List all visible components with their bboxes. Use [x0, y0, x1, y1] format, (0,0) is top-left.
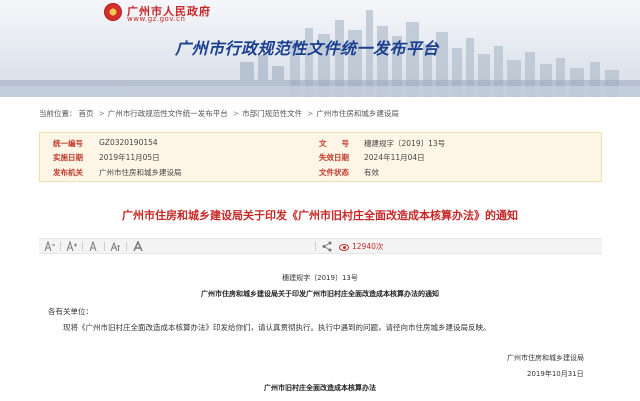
- toolbar-divider: [104, 242, 105, 251]
- text-increase-icon[interactable]: [66, 240, 78, 252]
- breadcrumb-prefix: 当前位置：: [39, 109, 77, 118]
- unified-no-value: GZ0320190154: [99, 138, 158, 147]
- document-number: 穗建规字〔2019〕13号: [282, 274, 358, 282]
- meta-row: 实施日期 2019年11月05日 失效日期 2024年11月04日: [40, 152, 601, 165]
- salutation: 各有关单位：: [48, 307, 93, 316]
- meta-row: 统一编号 GZ0320190154 文 号 穗建规字〔2019〕13号: [40, 138, 601, 151]
- document-subtitle: 广州市住房和城乡建设局关于印发广州市旧村庄全面改造成本核算办法的通知: [201, 290, 439, 298]
- breadcrumb-item-platform[interactable]: 广州市行政规范性文件统一发布平台: [108, 109, 228, 118]
- document-meta-box: 统一编号 GZ0320190154 文 号 穗建规字〔2019〕13号 实施日期…: [39, 132, 602, 182]
- expire-date-label: 失效日期: [319, 153, 349, 162]
- issuer: 广州市住房和城乡建设局: [507, 354, 584, 362]
- text-decrease-icon[interactable]: [44, 240, 56, 252]
- issue-date: 2019年10月31日: [527, 370, 584, 378]
- document-toolbar: 12940次: [39, 238, 602, 254]
- breadcrumb-item-housing-bureau[interactable]: 广州市住房和城乡建设局: [316, 109, 399, 118]
- attachment-title: 广州市旧村庄全面改造成本核算办法: [264, 384, 376, 392]
- share-icon[interactable]: [321, 241, 333, 252]
- breadcrumb-separator: >: [232, 109, 240, 118]
- body-paragraph: 现将《广州市旧村庄全面改造成本核算办法》印发给你们，请认真贯彻执行。执行中遇到的…: [63, 323, 491, 332]
- toolbar-divider: [60, 242, 61, 251]
- doc-no-value: 穗建规字〔2019〕13号: [364, 139, 446, 148]
- text-size-icon[interactable]: [88, 240, 100, 252]
- publisher-label: 发布机关: [53, 168, 83, 177]
- toolbar-divider: [82, 242, 83, 251]
- header-banner: 广州市人民政府 www.gz.gov.cn 广州市行政规范性文件统一发布平台: [0, 0, 640, 97]
- view-count: 12940次: [339, 241, 383, 252]
- breadcrumb-item-home[interactable]: 首页: [79, 109, 94, 118]
- toolbar-divider: [315, 242, 316, 251]
- unified-no-label: 统一编号: [53, 139, 83, 148]
- gov-url[interactable]: www.gz.gov.cn: [127, 15, 185, 23]
- font-icon[interactable]: [110, 241, 122, 252]
- meta-row: 发布机关 广州市住房和城乡建设局 文件状态 有效: [40, 167, 601, 180]
- doc-no-label: 文 号: [319, 139, 349, 148]
- gov-emblem-icon[interactable]: [104, 3, 122, 21]
- effective-date-label: 实施日期: [53, 153, 83, 162]
- status-label: 文件状态: [319, 168, 349, 177]
- view-count-value: 12940次: [352, 242, 384, 251]
- breadcrumb-item-department-docs[interactable]: 市部门规范性文件: [242, 109, 302, 118]
- platform-title: 广州市行政规范性文件统一发布平台: [175, 39, 440, 58]
- breadcrumb-separator: >: [98, 109, 105, 118]
- status-value: 有效: [364, 168, 379, 177]
- expire-date-value: 2024年11月04日: [364, 153, 425, 162]
- toolbar-divider: [126, 242, 127, 251]
- document-title: 广州市住房和城乡建设局关于印发《广州市旧村庄全面改造成本核算办法》的通知: [122, 209, 518, 222]
- bold-font-icon[interactable]: [132, 240, 144, 252]
- effective-date-value: 2019年11月05日: [99, 153, 160, 162]
- publisher-value: 广州市住房和城乡建设局: [99, 168, 182, 177]
- breadcrumb: 当前位置： 首页 > 广州市行政规范性文件统一发布平台 > 市部门规范性文件 > 广州市住房和…: [39, 108, 401, 120]
- views-icon: [339, 243, 349, 251]
- breadcrumb-separator: >: [307, 109, 314, 118]
